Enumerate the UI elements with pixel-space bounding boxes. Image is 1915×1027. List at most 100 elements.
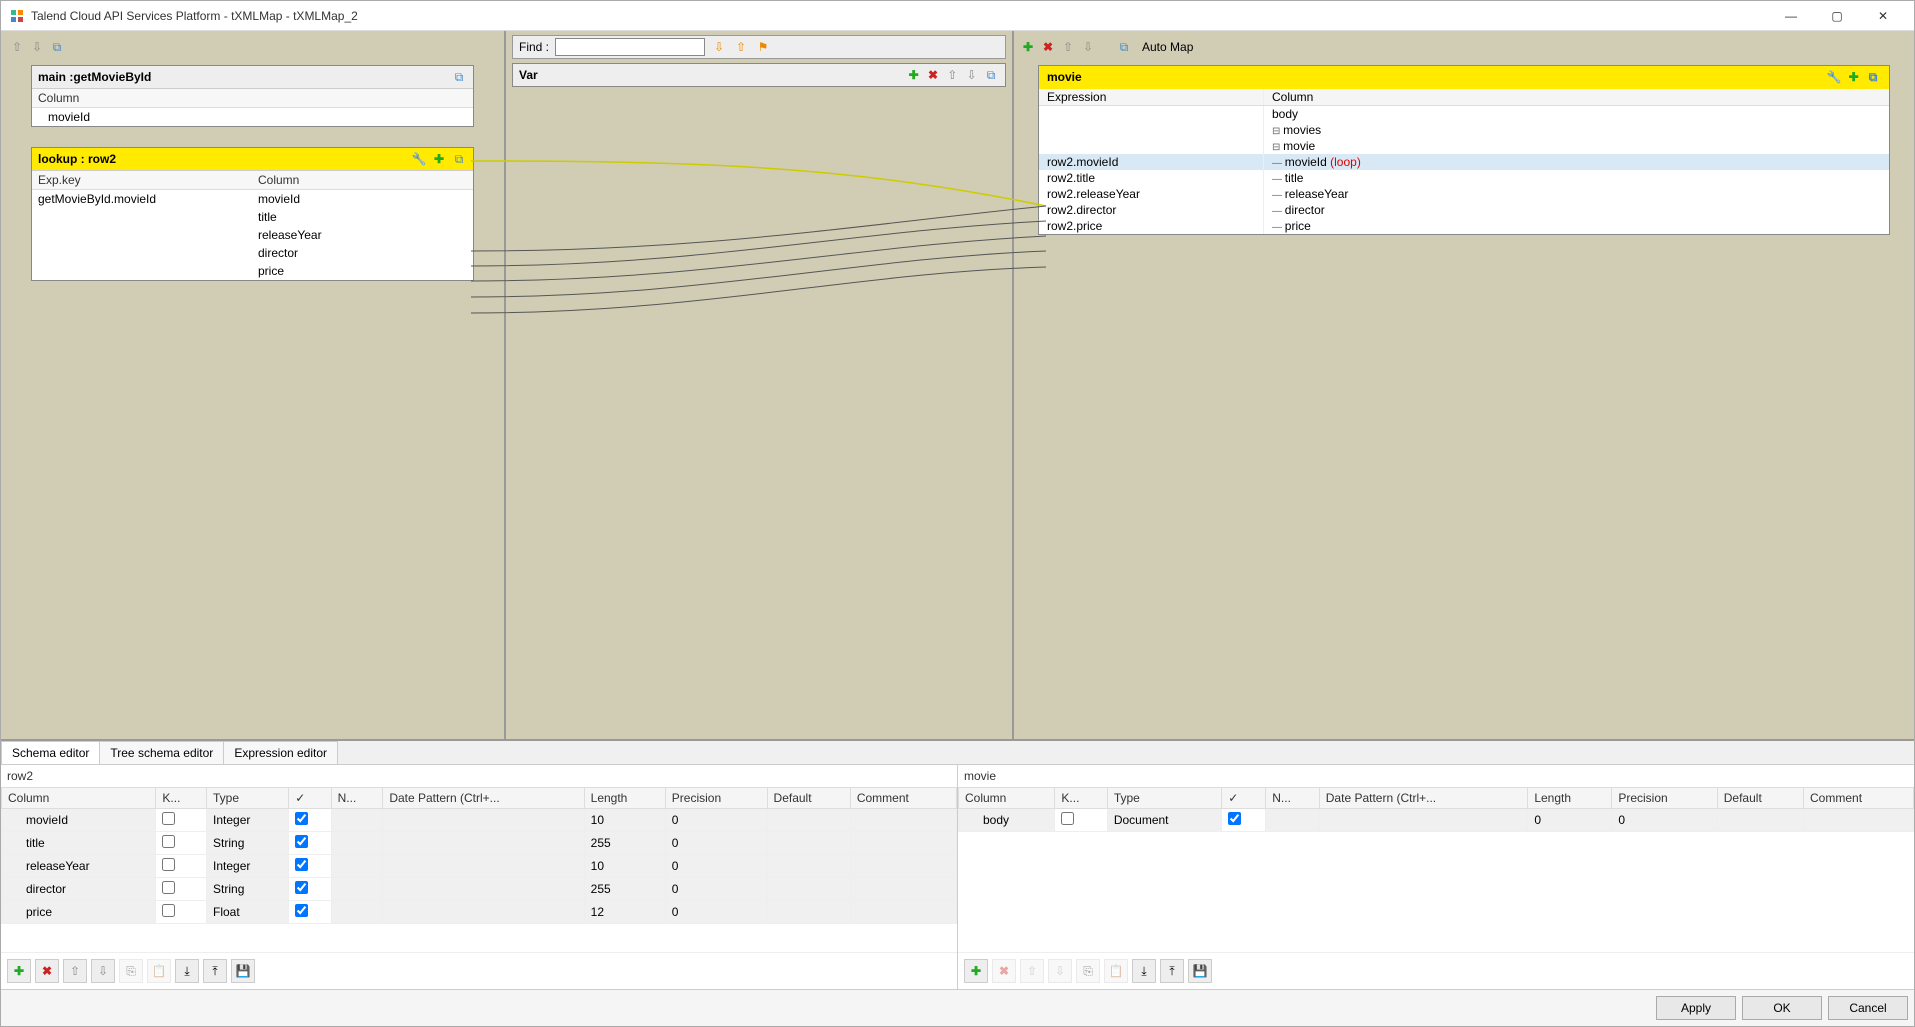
column-header[interactable]: Default	[1717, 788, 1803, 809]
tab-tree-schema-editor[interactable]: Tree schema editor	[99, 741, 224, 764]
column-header[interactable]: ✓	[1222, 788, 1266, 809]
import-button[interactable]: ⤓	[175, 959, 199, 983]
plus-icon[interactable]: ✚	[906, 67, 922, 83]
cross-icon[interactable]: ✖	[1040, 39, 1056, 55]
remove-button[interactable]: ✖	[35, 959, 59, 983]
column-header[interactable]: Comment	[850, 788, 956, 809]
ok-button[interactable]: OK	[1742, 996, 1822, 1020]
restore-icon[interactable]: ⧉	[983, 67, 999, 83]
column-header[interactable]: Default	[767, 788, 850, 809]
output-row[interactable]: row2.directordirector	[1039, 202, 1889, 218]
var-panel: Var ✚ ✖ ⇧ ⇩ ⧉	[512, 63, 1006, 87]
wrench-icon[interactable]: 🔧	[1826, 69, 1842, 85]
wrench-icon[interactable]: 🔧	[411, 151, 427, 167]
app-icon	[9, 8, 25, 24]
titlebar: Talend Cloud API Services Platform - tXM…	[1, 1, 1914, 31]
export-button[interactable]: ⤒	[1160, 959, 1184, 983]
lookup-row[interactable]: price	[32, 262, 473, 280]
table-row[interactable]: titleString2550	[2, 832, 957, 855]
column-header[interactable]: Date Pattern (Ctrl+...	[1319, 788, 1528, 809]
table-row[interactable]: movieIdInteger100	[2, 809, 957, 832]
output-row[interactable]: movies	[1039, 122, 1889, 138]
output-row[interactable]: row2.priceprice	[1039, 218, 1889, 234]
restore-icon[interactable]: ⧉	[1116, 39, 1132, 55]
output-row[interactable]: row2.titletitle	[1039, 170, 1889, 186]
minimize-button[interactable]: —	[1768, 1, 1814, 31]
lookup-row[interactable]: title	[32, 208, 473, 226]
output-exp: row2.director	[1039, 202, 1264, 218]
maximize-button[interactable]: ▢	[1814, 1, 1860, 31]
column-header[interactable]: Length	[584, 788, 665, 809]
output-row[interactable]: body	[1039, 106, 1889, 122]
output-exp	[1039, 122, 1264, 138]
cross-icon[interactable]: ✖	[925, 67, 941, 83]
import-button[interactable]: ⤓	[1132, 959, 1156, 983]
move-down-button[interactable]: ⇩	[91, 959, 115, 983]
plus-icon[interactable]: ✚	[431, 151, 447, 167]
add-button[interactable]: ✚	[964, 959, 988, 983]
schema-left-table[interactable]: ColumnK...Type✓N...Date Pattern (Ctrl+..…	[1, 787, 957, 924]
add-button[interactable]: ✚	[7, 959, 31, 983]
exp-key-header: Exp.key	[38, 173, 258, 187]
lookup-row[interactable]: director	[32, 244, 473, 262]
column-header[interactable]: ✓	[289, 788, 331, 809]
column-header[interactable]: Type	[1107, 788, 1221, 809]
restore-icon[interactable]: ⧉	[451, 151, 467, 167]
auto-map-label[interactable]: Auto Map	[1142, 40, 1193, 54]
table-row[interactable]: bodyDocument00	[959, 809, 1914, 832]
column-header[interactable]: N...	[331, 788, 383, 809]
find-up-icon[interactable]: ⇧	[733, 39, 749, 55]
highlight-icon[interactable]: ⚑	[755, 39, 771, 55]
down-arrow-icon[interactable]: ⇩	[964, 67, 980, 83]
save-button[interactable]: 💾	[1188, 959, 1212, 983]
column-header[interactable]: Precision	[1612, 788, 1717, 809]
down-arrow-icon[interactable]: ⇩	[29, 39, 45, 55]
left-toolbar: ⇧ ⇩ ⧉	[7, 35, 498, 59]
restore-icon[interactable]: ⧉	[1865, 70, 1881, 86]
plus-icon[interactable]: ✚	[1846, 69, 1862, 85]
column-header[interactable]: Type	[207, 788, 289, 809]
schema-right-table[interactable]: ColumnK...Type✓N...Date Pattern (Ctrl+..…	[958, 787, 1914, 832]
table-row[interactable]: releaseYearInteger100	[2, 855, 957, 878]
lookup-exp	[32, 208, 252, 226]
up-arrow-icon[interactable]: ⇧	[1060, 39, 1076, 55]
output-row[interactable]: row2.movieIdmovieId (loop)	[1039, 154, 1889, 170]
find-input[interactable]	[555, 38, 705, 56]
export-button[interactable]: ⤒	[203, 959, 227, 983]
output-row[interactable]: movie	[1039, 138, 1889, 154]
plus-icon[interactable]: ✚	[1020, 39, 1036, 55]
column-header[interactable]: Column	[959, 788, 1055, 809]
down-arrow-icon[interactable]: ⇩	[1080, 39, 1096, 55]
save-button[interactable]: 💾	[231, 959, 255, 983]
column-header[interactable]: N...	[1266, 788, 1320, 809]
column-header[interactable]: K...	[1055, 788, 1107, 809]
column-header[interactable]: K...	[156, 788, 207, 809]
column-header[interactable]: Comment	[1804, 788, 1914, 809]
output-col: title	[1264, 170, 1889, 186]
remove-button: ✖	[992, 959, 1016, 983]
cancel-button[interactable]: Cancel	[1828, 996, 1908, 1020]
column-header[interactable]: Column	[2, 788, 156, 809]
find-down-icon[interactable]: ⇩	[711, 39, 727, 55]
column-header[interactable]: Precision	[665, 788, 767, 809]
lookup-row[interactable]: getMovieById.movieIdmovieId	[32, 190, 473, 208]
close-button[interactable]: ✕	[1860, 1, 1906, 31]
column-header[interactable]: Date Pattern (Ctrl+...	[383, 788, 584, 809]
output-row[interactable]: row2.releaseYearreleaseYear	[1039, 186, 1889, 202]
up-arrow-icon[interactable]: ⇧	[9, 39, 25, 55]
lookup-row[interactable]: releaseYear	[32, 226, 473, 244]
table-row[interactable]: priceFloat120	[2, 901, 957, 924]
restore-icon[interactable]: ⧉	[451, 69, 467, 85]
tab-schema-editor[interactable]: Schema editor	[1, 741, 100, 764]
main-row[interactable]: movieId	[32, 108, 473, 126]
output-col: movie	[1264, 138, 1889, 154]
move-up-button[interactable]: ⇧	[63, 959, 87, 983]
up-arrow-icon[interactable]: ⇧	[944, 67, 960, 83]
find-label: Find :	[519, 40, 549, 54]
restore-icon[interactable]: ⧉	[49, 39, 65, 55]
right-toolbar: ✚ ✖ ⇧ ⇩ ⧉ Auto Map	[1020, 35, 1908, 59]
table-row[interactable]: directorString2550	[2, 878, 957, 901]
tab-expression-editor[interactable]: Expression editor	[223, 741, 338, 764]
apply-button[interactable]: Apply	[1656, 996, 1736, 1020]
column-header[interactable]: Length	[1528, 788, 1612, 809]
